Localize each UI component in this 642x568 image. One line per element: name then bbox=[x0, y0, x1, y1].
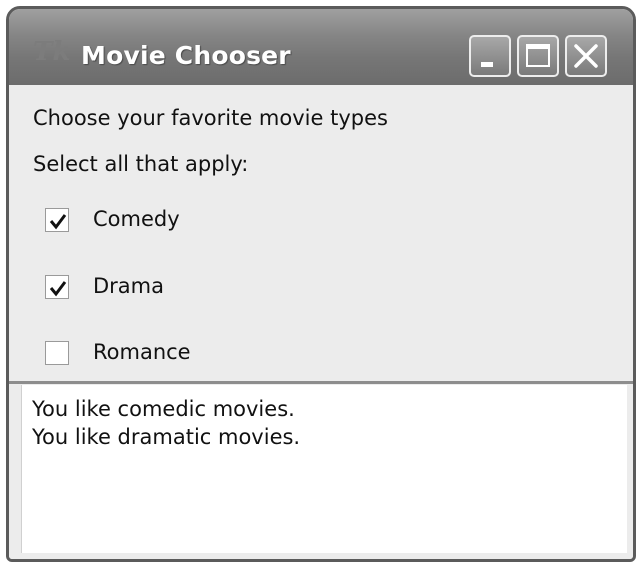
close-button[interactable] bbox=[565, 35, 607, 77]
comedy-label[interactable]: Comedy bbox=[93, 209, 180, 230]
title-bar[interactable]: Tk Movie Chooser bbox=[9, 9, 633, 85]
instruction-label: Select all that apply: bbox=[33, 152, 249, 176]
window-title: Movie Chooser bbox=[81, 41, 291, 70]
checkmark-icon bbox=[49, 281, 67, 297]
minimize-icon bbox=[481, 62, 493, 67]
divider bbox=[9, 381, 633, 384]
romance-checkbox[interactable] bbox=[45, 341, 69, 365]
drama-checkbox[interactable] bbox=[45, 275, 69, 299]
maximize-icon bbox=[526, 44, 550, 67]
minimize-button[interactable] bbox=[469, 35, 511, 77]
prompt-label: Choose your favorite movie types bbox=[33, 106, 388, 130]
output-line: You like comedic movies. bbox=[32, 397, 295, 421]
output-text-area[interactable]: You like comedic movies. You like dramat… bbox=[21, 385, 627, 553]
window-content: Choose your favorite movie types Select … bbox=[9, 85, 633, 559]
checkmark-icon bbox=[49, 214, 67, 230]
close-icon bbox=[574, 44, 598, 68]
movie-chooser-window: Tk Movie Chooser Choose your favorite mo… bbox=[6, 6, 636, 562]
tk-icon: Tk bbox=[33, 37, 71, 67]
comedy-checkbox[interactable] bbox=[45, 208, 69, 232]
maximize-button[interactable] bbox=[517, 35, 559, 77]
romance-label[interactable]: Romance bbox=[93, 342, 191, 363]
drama-label[interactable]: Drama bbox=[93, 276, 164, 297]
output-line: You like dramatic movies. bbox=[32, 425, 301, 449]
